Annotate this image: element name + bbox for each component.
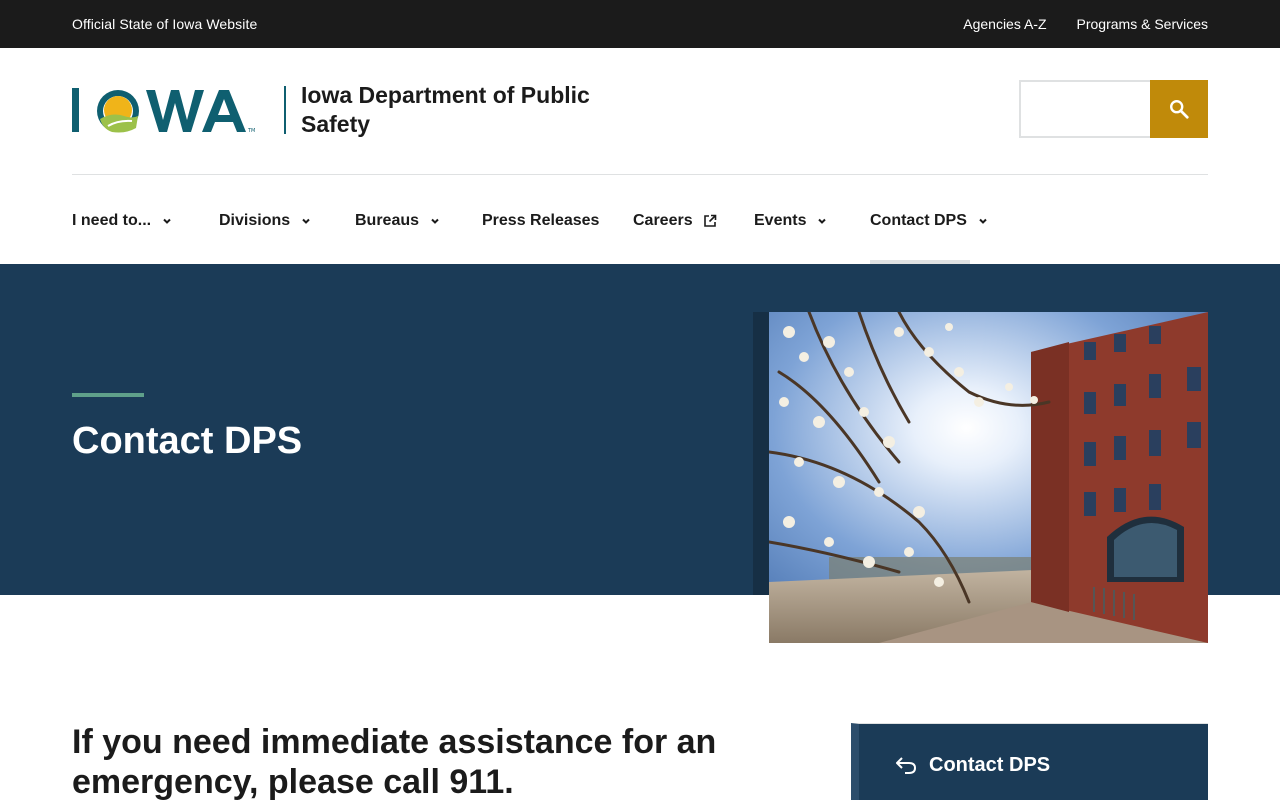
nav-label: Divisions	[219, 212, 291, 229]
side-nav-contact-dps-link[interactable]: Contact DPS	[895, 753, 1050, 777]
nav-press-releases[interactable]: Press Releases	[482, 211, 599, 230]
search-input[interactable]	[1019, 80, 1151, 138]
official-site-label: Official State of Iowa Website	[72, 16, 258, 32]
site-name[interactable]: Iowa Department of Public Safety	[301, 81, 641, 139]
chevron-down-icon	[979, 218, 987, 224]
hero-banner: Contact DPS	[0, 264, 1280, 643]
nav-contact-dps[interactable]: Contact DPS	[870, 211, 989, 230]
nav-divisions[interactable]: Divisions	[219, 211, 312, 230]
chevron-down-icon	[431, 218, 439, 224]
side-nav: Contact DPS	[851, 723, 1208, 800]
programs-services-link[interactable]: Programs & Services	[1077, 16, 1208, 33]
svg-text:TM: TM	[247, 128, 255, 134]
nav-label: Contact DPS	[870, 212, 967, 229]
return-arrow-icon	[896, 757, 917, 774]
nav-i-need-to[interactable]: I need to...	[72, 211, 173, 230]
emergency-heading: If you need immediate assistance for an …	[72, 723, 717, 800]
search-button[interactable]	[1150, 80, 1208, 138]
search-icon	[1170, 100, 1189, 119]
nav-careers[interactable]: Careers	[633, 211, 717, 230]
main-nav: I need to... Divisions Bureaus Press Rel…	[72, 175, 1208, 264]
nav-label: Press Releases	[482, 212, 600, 229]
agencies-a-z-link[interactable]: Agencies A-Z	[963, 16, 1046, 33]
nav-label: Bureaus	[355, 212, 420, 229]
chevron-down-icon	[302, 218, 310, 224]
building-photo	[769, 312, 1208, 643]
iowa-logo-graphic: TM	[72, 88, 255, 134]
nav-bureaus[interactable]: Bureaus	[355, 211, 441, 230]
hero-accent-line	[72, 393, 144, 397]
external-link-icon	[703, 214, 716, 227]
page-title: Contact DPS	[72, 420, 303, 462]
chevron-down-icon	[163, 218, 171, 224]
nav-label: I need to...	[72, 212, 152, 229]
side-nav-label: Contact DPS	[929, 754, 1051, 776]
iowa-logo[interactable]: TM	[72, 86, 272, 136]
nav-events[interactable]: Events	[754, 211, 828, 230]
utility-links: Agencies A-Z Programs & Services	[963, 16, 1208, 33]
logo-divider	[284, 86, 286, 134]
site-header: TM Iowa Department of Public Safety	[0, 48, 1280, 174]
utility-bar: Official State of Iowa Website Agencies …	[0, 0, 1280, 48]
nav-label: Events	[754, 212, 807, 229]
nav-label: Careers	[633, 212, 693, 229]
chevron-down-icon	[818, 218, 827, 224]
hero-image	[769, 312, 1208, 643]
